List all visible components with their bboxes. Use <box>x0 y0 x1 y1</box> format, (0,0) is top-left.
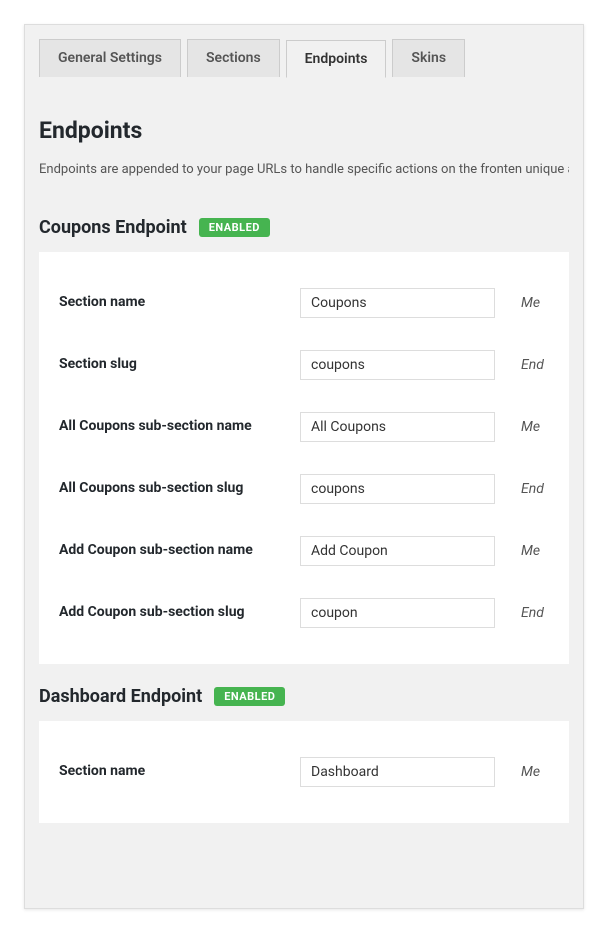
form-row: All Coupons sub-section slug End <box>59 458 549 520</box>
field-label: All Coupons sub-section name <box>59 417 284 437</box>
field-hint: End <box>521 357 549 373</box>
form-row: Add Coupon sub-section name Me <box>59 520 549 582</box>
status-badge: ENABLED <box>214 687 285 706</box>
form-box-coupons: Section name Me Section slug End All Cou… <box>39 252 569 664</box>
tab-content: Endpoints Endpoints are appended to your… <box>25 77 583 859</box>
field-label: All Coupons sub-section slug <box>59 479 284 499</box>
field-label: Section name <box>59 293 284 313</box>
tab-skins[interactable]: Skins <box>392 39 465 77</box>
field-hint: Me <box>521 419 549 435</box>
field-hint: Me <box>521 764 549 780</box>
all-coupons-name-input[interactable] <box>300 412 495 442</box>
form-row: Section name Me <box>59 272 549 334</box>
section-title: Dashboard Endpoint <box>39 686 202 707</box>
field-hint: End <box>521 605 549 621</box>
all-coupons-slug-input[interactable] <box>300 474 495 504</box>
section-slug-input[interactable] <box>300 350 495 380</box>
field-label: Section name <box>59 762 284 782</box>
tab-sections[interactable]: Sections <box>187 39 280 77</box>
form-box-dashboard: Section name Me <box>39 721 569 823</box>
field-hint: Me <box>521 543 549 559</box>
tabs-nav: General Settings Sections Endpoints Skin… <box>25 25 583 77</box>
section-name-input[interactable] <box>300 288 495 318</box>
tab-general-settings[interactable]: General Settings <box>39 39 181 77</box>
field-label: Add Coupon sub-section name <box>59 541 284 561</box>
field-hint: End <box>521 481 549 497</box>
add-coupon-name-input[interactable] <box>300 536 495 566</box>
tab-endpoints[interactable]: Endpoints <box>286 40 387 78</box>
form-row: Section name Me <box>59 741 549 803</box>
section-heading-coupons: Coupons Endpoint ENABLED <box>39 217 569 238</box>
field-label: Section slug <box>59 355 284 375</box>
form-row: Add Coupon sub-section slug End <box>59 582 549 644</box>
field-label: Add Coupon sub-section slug <box>59 603 284 623</box>
form-row: Section slug End <box>59 334 549 396</box>
field-hint: Me <box>521 295 549 311</box>
page-description: Endpoints are appended to your page URLs… <box>39 160 569 181</box>
form-row: All Coupons sub-section name Me <box>59 396 549 458</box>
page-title: Endpoints <box>39 117 569 144</box>
settings-panel: General Settings Sections Endpoints Skin… <box>24 24 584 909</box>
section-heading-dashboard: Dashboard Endpoint ENABLED <box>39 686 569 707</box>
status-badge: ENABLED <box>199 218 270 237</box>
section-title: Coupons Endpoint <box>39 217 187 238</box>
dashboard-section-name-input[interactable] <box>300 757 495 787</box>
add-coupon-slug-input[interactable] <box>300 598 495 628</box>
